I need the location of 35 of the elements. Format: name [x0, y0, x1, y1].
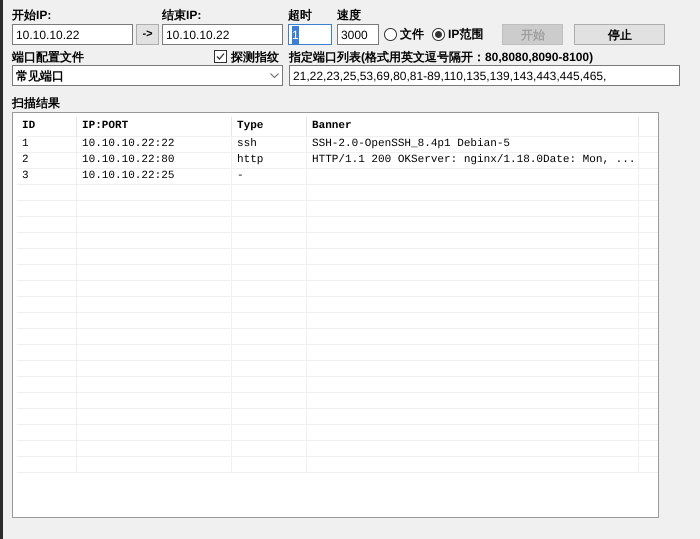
source-radio[interactable]: IP范围	[432, 25, 484, 43]
table-cell-text: 3	[22, 169, 29, 184]
table-cell-text: SSH-2.0-OpenSSH_8.4p1 Debian-5	[312, 137, 510, 152]
column-header[interactable]: Type	[237, 118, 264, 135]
checkmark-icon	[216, 52, 225, 61]
table-cell-text: 10.10.10.22:22	[82, 137, 174, 152]
column-header[interactable]: ID	[22, 118, 36, 135]
table-cell-text: 10.10.10.22:25	[82, 169, 174, 184]
timeout-label: 超时	[288, 7, 313, 24]
speed-field[interactable]: 3000	[337, 24, 379, 45]
chevron-down-icon	[270, 73, 279, 78]
table-cell-text: 1	[22, 137, 29, 152]
fingerprint-checkbox[interactable]: 探测指纹	[214, 48, 279, 65]
table-cell-text: http	[237, 153, 264, 168]
column-header[interactable]: Banner	[312, 118, 352, 135]
port-list-label: 指定端口列表(格式用英文逗号隔开：80,8080,8090-8100)	[289, 49, 594, 65]
end-ip-label: 结束IP:	[162, 7, 202, 24]
stop-button[interactable]: 停止	[574, 24, 666, 45]
column-header[interactable]: IP:PORT	[82, 118, 128, 135]
table-cell-text: 2	[22, 153, 29, 168]
source-radio[interactable]: 文件	[384, 25, 424, 43]
range-button[interactable]: ->	[136, 24, 159, 45]
results-label: 扫描结果	[12, 95, 61, 112]
table-cell-text: 10.10.10.22:80	[82, 153, 174, 168]
port-profile-dropdown[interactable]: 常见端口	[12, 65, 283, 86]
table-cell-text: -	[237, 169, 244, 184]
table-cell-text: HTTP/1.1 200 OKServer: nginx/1.18.0Date: Mon, ...	[312, 153, 636, 168]
table-cell-text: ssh	[237, 137, 257, 152]
port-profile-label: 端口配置文件	[12, 49, 84, 65]
port-list-field[interactable]: 21,22,23,25,53,69,80,81-89,110,135,139,143,443,445,465,	[289, 65, 680, 86]
end-ip-field[interactable]: 10.10.10.22	[162, 24, 283, 45]
timeout-field[interactable]: 1	[288, 24, 332, 45]
start-ip-label: 开始IP:	[12, 7, 52, 24]
start-ip-field[interactable]: 10.10.10.22	[12, 24, 133, 45]
speed-label: 速度	[337, 7, 362, 24]
